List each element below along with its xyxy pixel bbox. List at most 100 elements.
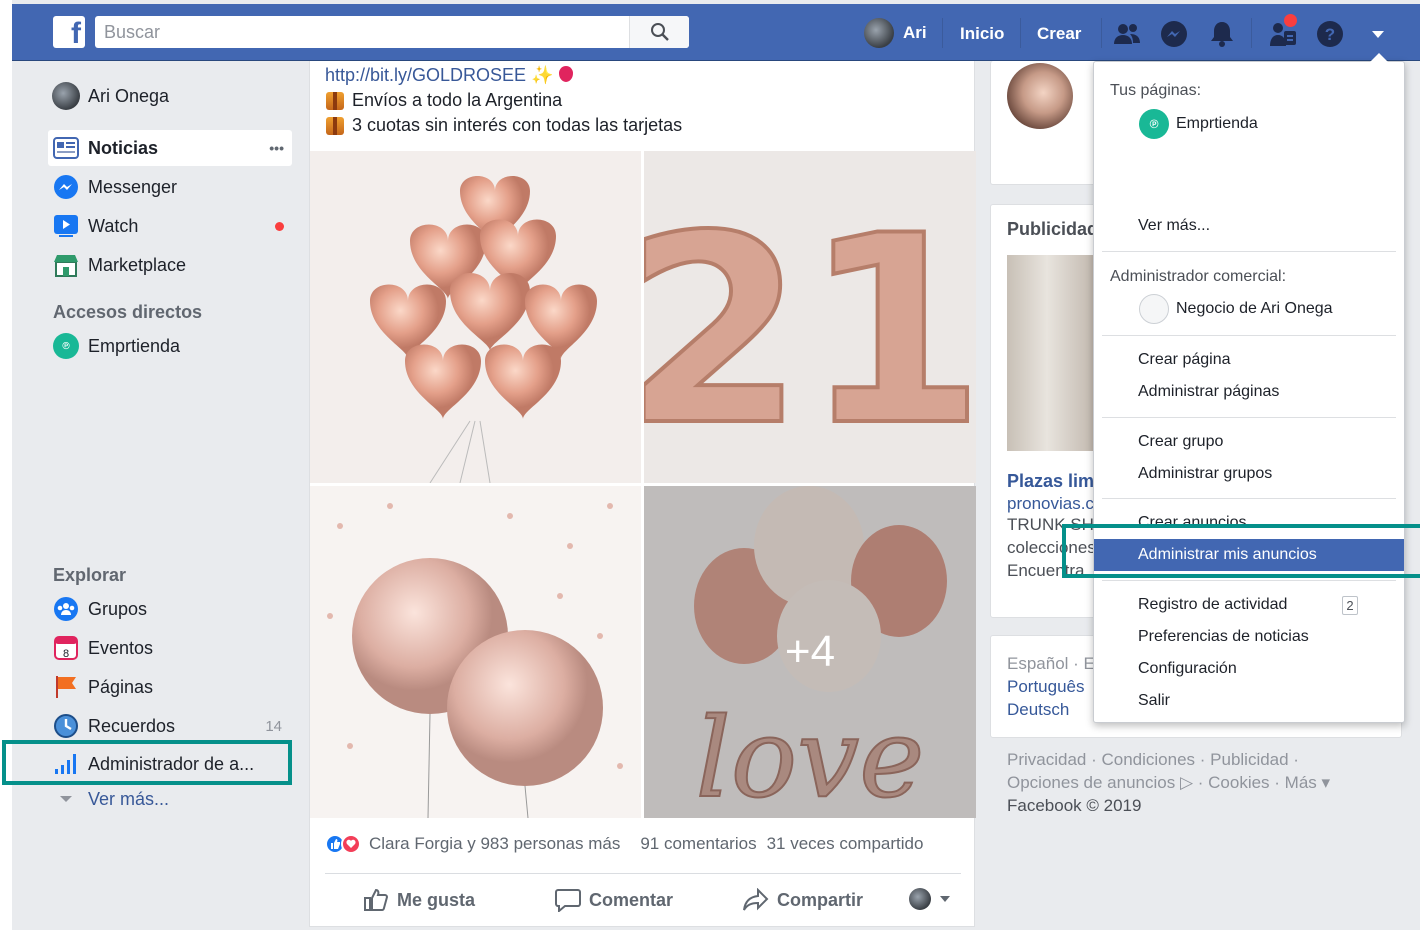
footer-links[interactable]: Privacidad · Condiciones · Publicidad ·: [1007, 750, 1299, 770]
menu-see-more[interactable]: Ver más...: [1094, 210, 1404, 242]
language-option[interactable]: Deutsch: [1007, 700, 1069, 720]
groups-icon: [52, 595, 80, 623]
language-option[interactable]: Português: [1007, 677, 1085, 697]
comment-button[interactable]: Comentar: [555, 888, 673, 912]
divider: [1102, 580, 1396, 581]
menu-manage-groups[interactable]: Administrar grupos: [1094, 458, 1404, 490]
share-icon: [743, 888, 769, 911]
sidebar-item-watch[interactable]: Watch: [48, 208, 292, 244]
shares-count[interactable]: 31 veces compartido: [767, 834, 924, 854]
avatar: [909, 888, 931, 910]
more-photos-count: +4: [784, 627, 836, 676]
menu-business-account[interactable]: Negocio de Ari Onega: [1094, 293, 1404, 325]
sidebar-item-pages[interactable]: Páginas: [48, 669, 292, 705]
emprtienda-logo: ℗: [52, 332, 80, 360]
reactions-text: Clara Forgia y 983 personas más: [369, 834, 621, 853]
svg-text:8: 8: [63, 648, 69, 660]
sidebar-item-memories[interactable]: Recuerdos 14: [48, 708, 292, 744]
gift-icon: [326, 116, 344, 135]
sidebar-item-events[interactable]: 8 Eventos: [48, 630, 292, 666]
friend-requests-icon[interactable]: [1111, 18, 1143, 50]
search-input[interactable]: [95, 16, 625, 48]
divider: [1101, 18, 1102, 48]
menu-logout[interactable]: Salir: [1094, 685, 1404, 717]
sidebar-see-more[interactable]: Ver más...: [48, 781, 292, 817]
messenger-icon: [52, 173, 80, 201]
like-button[interactable]: Me gusta: [363, 888, 475, 912]
divider: [1102, 417, 1396, 418]
sidebar-item-marketplace[interactable]: Marketplace: [48, 247, 292, 283]
sidebar-item-emprtienda[interactable]: ℗ Emprtienda: [48, 328, 292, 364]
search-button[interactable]: [629, 16, 689, 48]
sidebar-item-groups[interactable]: Grupos: [48, 591, 292, 627]
profile-link[interactable]: Ari: [864, 18, 927, 48]
quick-help-icon[interactable]: [1267, 14, 1299, 50]
news-feed-icon: [52, 134, 80, 162]
menu-create-group[interactable]: Crear grupo: [1094, 426, 1404, 458]
divider: [1102, 498, 1396, 499]
svg-text:?: ?: [1325, 25, 1335, 44]
post-text-line: 3 cuotas sin interés con todas las tarje…: [326, 115, 682, 136]
feed-post: http://bit.ly/GOLDROSEE ✨ Envíos a todo …: [309, 61, 976, 927]
menu-create-page[interactable]: Crear página: [1094, 344, 1404, 376]
post-text-line: Envíos a todo la Argentina: [326, 90, 562, 111]
see-more-label: Ver más...: [88, 788, 170, 809]
menu-news-feed-preferences[interactable]: Preferencias de noticias: [1094, 621, 1404, 653]
reactions-summary[interactable]: Clara Forgia y 983 personas más 91 comen…: [325, 834, 923, 854]
sidebar-item-news-feed[interactable]: Noticias •••: [48, 130, 292, 166]
facebook-logo[interactable]: f: [53, 16, 85, 50]
marketplace-icon: [52, 251, 80, 279]
more-options-icon[interactable]: •••: [269, 140, 284, 156]
shortcuts-heading: Accesos directos: [53, 302, 203, 322]
menu-activity-log[interactable]: Registro de actividad 2: [1094, 589, 1404, 621]
help-icon[interactable]: ?: [1314, 18, 1346, 50]
menu-settings[interactable]: Configuración: [1094, 653, 1404, 685]
sidebar-item-label: Eventos: [88, 637, 154, 658]
ad-title[interactable]: Plazas limi: [1007, 471, 1099, 492]
sidebar-item-label: Watch: [88, 215, 139, 236]
post-link[interactable]: http://bit.ly/GOLDROSEE ✨: [325, 65, 573, 86]
sidebar-item-label: Messenger: [88, 176, 178, 197]
post-photo-heart-balloons[interactable]: [310, 151, 641, 483]
business-manager-label: Administrador comercial:: [1110, 268, 1287, 285]
footer-links[interactable]: Opciones de anuncios ▷ · Cookies · Más ▾: [1007, 773, 1330, 793]
sidebar-profile[interactable]: Ari Onega: [48, 78, 292, 114]
top-navigation-bar: f Ari Inicio Crear ?: [12, 4, 1420, 61]
audience-selector[interactable]: [909, 888, 951, 910]
post-action-bar: Me gusta Comentar Compartir: [325, 873, 961, 923]
menu-page-emprtienda[interactable]: ℗ Emprtienda: [1094, 108, 1404, 140]
post-photo-round-balloons[interactable]: [310, 486, 641, 818]
love-reaction-icon: [341, 834, 361, 854]
sidebar-item-label: Grupos: [88, 598, 148, 619]
sidebar-item-label: Emprtienda: [88, 335, 181, 356]
footer-copyright: Facebook © 2019: [1007, 796, 1142, 815]
ads-heading: Publicidad: [1007, 219, 1099, 239]
sidebar-item-label: Ari Onega: [88, 85, 170, 106]
notifications-icon[interactable]: [1206, 18, 1238, 50]
messenger-icon[interactable]: [1158, 18, 1190, 50]
divider: [942, 18, 943, 48]
account-menu-chevron-icon[interactable]: [1362, 18, 1394, 50]
activity-count-badge: 2: [1342, 595, 1358, 615]
sidebar-item-messenger[interactable]: Messenger: [48, 169, 292, 205]
ads-manager-highlight: [2, 740, 292, 785]
business-icon: [1139, 294, 1169, 324]
home-link[interactable]: Inicio: [960, 24, 1004, 44]
thumbs-up-icon: [364, 888, 389, 911]
ad-domain[interactable]: pronovias.c: [1007, 494, 1094, 514]
share-button[interactable]: Compartir: [743, 888, 863, 912]
comments-count[interactable]: 91 comentarios: [640, 834, 756, 854]
sidebar-item-label: Páginas: [88, 676, 154, 697]
menu-manage-pages[interactable]: Administrar páginas: [1094, 376, 1404, 408]
comment-icon: [555, 889, 581, 912]
memories-clock-icon: [52, 712, 80, 740]
balloon-icon: [558, 66, 573, 82]
post-photo-number-21[interactable]: 21: [644, 151, 976, 483]
ad-image[interactable]: [1007, 255, 1107, 451]
avatar[interactable]: [1007, 63, 1073, 129]
post-photo-love-balloons[interactable]: love +4: [644, 486, 976, 818]
avatar: [52, 82, 80, 110]
create-link[interactable]: Crear: [1037, 24, 1081, 44]
search-box: [95, 16, 689, 48]
divider: [1251, 18, 1252, 48]
